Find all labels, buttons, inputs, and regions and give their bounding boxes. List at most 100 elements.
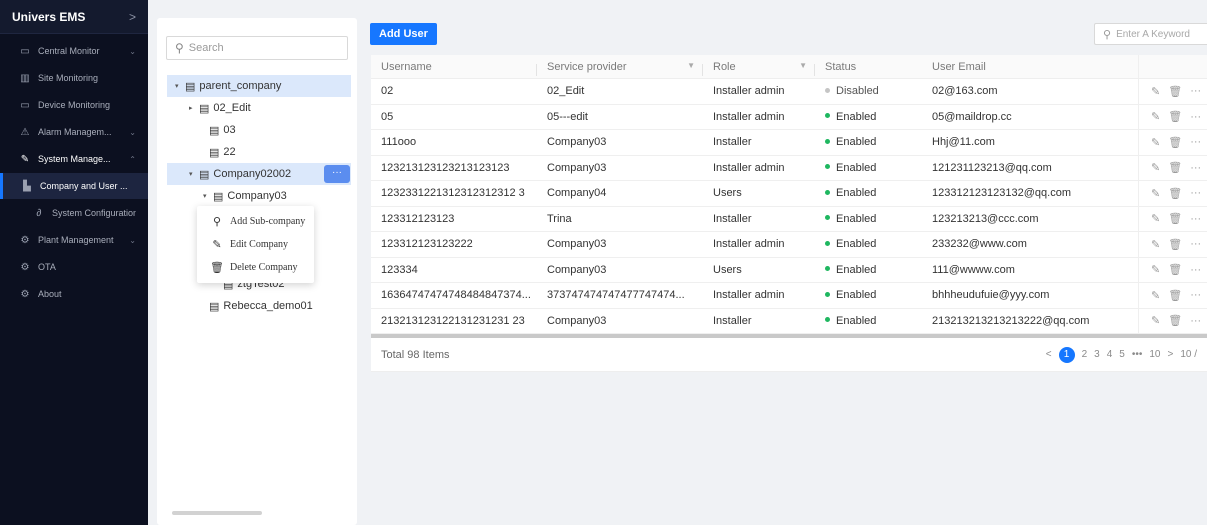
- delete-icon[interactable]: 🗑: [1168, 238, 1182, 251]
- sidebar-item[interactable]: ⚙ OTA: [0, 254, 148, 280]
- more-icon[interactable]: ···: [1190, 264, 1201, 276]
- sidebar-item[interactable]: ⚙ Plant Management ⌄: [0, 227, 148, 253]
- edit-icon[interactable]: ✎: [1151, 136, 1160, 149]
- table-row: 1232331221312312312312 3 Company04 Users En…: [371, 181, 1207, 207]
- sidebar-item[interactable]: ∂ System Configuration: [0, 200, 148, 226]
- keyword-search-input[interactable]: ⚲ Enter A Keyword: [1094, 23, 1207, 45]
- building-icon: ▤: [199, 102, 210, 115]
- filter-icon[interactable]: ▼: [687, 61, 695, 70]
- status-dot-icon: [825, 164, 830, 170]
- tree-node[interactable]: ▾ ▤ parent_company: [167, 75, 351, 97]
- page-1-button[interactable]: 1: [1058, 346, 1075, 363]
- row-actions: ✎ 🗑 ···: [1138, 206, 1207, 231]
- table-row: 02 02_Edit Installer admin Disabled 02@163.c…: [371, 79, 1207, 105]
- edit-icon[interactable]: ✎: [1151, 212, 1160, 225]
- tree-node[interactable]: ▾ ▤ Company02002 ···: [167, 163, 351, 185]
- edit-icon[interactable]: ✎: [1151, 238, 1160, 251]
- context-menu-item[interactable]: ⚲ Add Sub-company: [197, 210, 314, 233]
- status-dot-icon: [825, 291, 830, 297]
- role-cell: Installer admin: [713, 161, 785, 174]
- sidebar-item[interactable]: ⚠ Alarm Managem... ⌄: [0, 119, 148, 145]
- page-button[interactable]: >: [1167, 349, 1173, 360]
- prev-page-button[interactable]: <: [1046, 349, 1052, 360]
- col-role[interactable]: Role ▼: [703, 61, 815, 76]
- filter-icon[interactable]: ▼: [799, 61, 807, 70]
- more-icon[interactable]: ···: [1190, 85, 1201, 97]
- more-icon[interactable]: ···: [1190, 111, 1201, 123]
- twisty-icon[interactable]: ▾: [175, 82, 185, 90]
- delete-icon[interactable]: 🗑: [1168, 187, 1182, 200]
- tree-node[interactable]: ▸ ▤ 02_Edit: [167, 97, 351, 119]
- delete-icon[interactable]: 🗑: [1168, 289, 1182, 302]
- building-icon: ▤: [213, 190, 224, 203]
- twisty-icon[interactable]: ▾: [189, 170, 199, 178]
- more-icon[interactable]: ···: [1190, 289, 1201, 301]
- add-user-button[interactable]: Add User: [370, 23, 437, 45]
- tree-node[interactable]: ▾ ▤ Company03: [167, 185, 351, 207]
- row-actions: ✎ 🗑 ···: [1138, 130, 1207, 155]
- page-button[interactable]: •••: [1132, 349, 1143, 360]
- more-icon[interactable]: ···: [1190, 238, 1201, 250]
- page-button[interactable]: 10: [1149, 349, 1160, 360]
- sidebar-item[interactable]: ▥ Site Monitoring: [0, 65, 148, 91]
- sidebar-item-label: Device Monitoring: [38, 100, 111, 110]
- row-actions: ✎ 🗑 ···: [1138, 155, 1207, 180]
- context-menu-item[interactable]: 🗑 Delete Company: [197, 256, 314, 279]
- tree-scrollbar[interactable]: [172, 511, 262, 515]
- more-icon[interactable]: ···: [1190, 162, 1201, 174]
- twisty-icon[interactable]: ▸: [189, 104, 199, 112]
- page-button[interactable]: 3: [1094, 349, 1100, 360]
- delete-icon[interactable]: 🗑: [1168, 85, 1182, 98]
- delete-icon[interactable]: 🗑: [1168, 136, 1182, 149]
- tree-node[interactable]: ▤ Rebecca_demo01: [167, 295, 351, 317]
- more-icon[interactable]: ···: [1190, 136, 1201, 148]
- status-label: Enabled: [836, 289, 877, 302]
- sidebar-item-label: System Manage...: [38, 154, 111, 164]
- sidebar-item[interactable]: ▭ Device Monitoring: [0, 92, 148, 118]
- page-button[interactable]: 10 /: [1180, 349, 1197, 360]
- twisty-icon[interactable]: ▾: [203, 192, 213, 200]
- service-provider-cell: Company03: [547, 263, 607, 276]
- tree-search-input[interactable]: ⚲ Search: [166, 36, 348, 60]
- sidebar-item[interactable]: ▙ Company and User ...: [0, 173, 148, 199]
- delete-icon[interactable]: 🗑: [1168, 212, 1182, 225]
- delete-icon[interactable]: 🗑: [1168, 263, 1182, 276]
- edit-icon[interactable]: ✎: [1151, 289, 1160, 302]
- sidebar-item[interactable]: ⚙ About: [0, 281, 148, 307]
- edit-icon[interactable]: ✎: [1151, 85, 1160, 98]
- delete-icon[interactable]: 🗑: [1168, 110, 1182, 123]
- col-username[interactable]: Username: [371, 61, 537, 76]
- delete-icon[interactable]: 🗑: [1168, 314, 1182, 327]
- sidebar-item[interactable]: ✎ System Manage... ⌃: [0, 146, 148, 172]
- more-icon[interactable]: ···: [1190, 213, 1201, 225]
- more-icon[interactable]: ···: [1190, 187, 1201, 199]
- tree-node[interactable]: ▤ 03: [167, 119, 351, 141]
- col-status[interactable]: Status: [815, 61, 922, 73]
- page-button[interactable]: 4: [1107, 349, 1113, 360]
- role-cell: Installer admin: [713, 85, 785, 98]
- sidebar-item[interactable]: ▭ Central Monitor ⌄: [0, 38, 148, 64]
- sidebar-item-label: Company and User ...: [40, 181, 128, 191]
- status-label: Enabled: [836, 110, 877, 123]
- tree-node-label: Company02002: [213, 168, 292, 180]
- email-cell: 02@163.com: [932, 85, 998, 98]
- tree-node[interactable]: ▤ 22: [167, 141, 351, 163]
- context-menu-item[interactable]: ✎ Edit Company: [197, 233, 314, 256]
- collapse-icon[interactable]: >: [129, 10, 136, 24]
- col-service-provider[interactable]: Service provider ▼: [537, 61, 703, 76]
- page-button[interactable]: 2: [1082, 349, 1088, 360]
- edit-icon[interactable]: ✎: [1151, 161, 1160, 174]
- col-user-email[interactable]: User Email: [922, 61, 1138, 73]
- edit-icon[interactable]: ✎: [1151, 314, 1160, 327]
- delete-icon[interactable]: 🗑: [1168, 161, 1182, 174]
- sidebar-header: Univers EMS >: [0, 0, 148, 34]
- page-button[interactable]: 5: [1119, 349, 1125, 360]
- edit-icon[interactable]: ✎: [1151, 110, 1160, 123]
- edit-icon: ✎: [212, 239, 222, 251]
- service-provider-cell: Company04: [547, 187, 607, 200]
- more-options-button[interactable]: ···: [324, 165, 350, 183]
- more-icon[interactable]: ···: [1190, 315, 1201, 327]
- edit-icon[interactable]: ✎: [1151, 187, 1160, 200]
- edit-icon[interactable]: ✎: [1151, 263, 1160, 276]
- email-cell: 233232@www.com: [932, 238, 1027, 251]
